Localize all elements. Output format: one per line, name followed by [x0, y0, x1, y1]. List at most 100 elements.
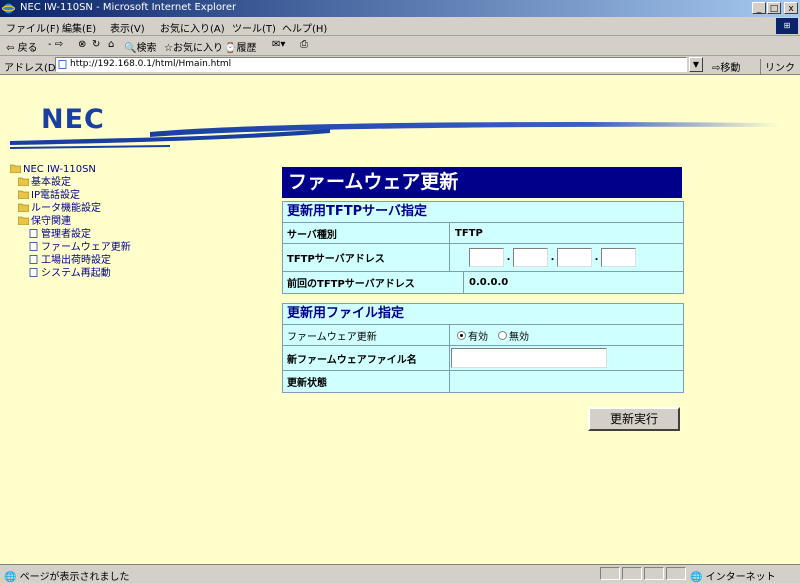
folder-open-icon [10, 164, 21, 173]
ip-octet-3-input[interactable] [557, 248, 592, 267]
tree-label: 管理者設定 [41, 229, 91, 240]
maximize-button[interactable]: □ [767, 2, 781, 14]
address-bar: アドレス(D) http://192.168.0.1/html/Hmain.ht… [0, 56, 800, 75]
firmware-update-row: ファームウェア更新 有効 無効 [283, 325, 683, 346]
firmware-update-options: 有効 無効 [457, 325, 539, 345]
tree-label: ファームウェア更新 [41, 242, 131, 253]
back-button[interactable]: ⇦ 戻る [6, 39, 38, 54]
address-url: http://192.168.0.1/html/Hmain.html [70, 59, 232, 69]
firmware-filename-wrap [451, 346, 607, 370]
execute-update-button[interactable]: 更新実行 [588, 407, 680, 431]
folder-icon [18, 177, 29, 186]
tree-item-factory-reset[interactable]: 工場出荷時設定 [28, 254, 111, 267]
page-content: NEC NEC IW-110SN 基本設定 IP電話設定 ルータ機能設定 保守関… [0, 75, 800, 564]
tree-item-reboot[interactable]: システム再起動 [28, 267, 111, 280]
back-label: 戻る [17, 43, 38, 54]
disabled-label: 無効 [509, 331, 529, 343]
menu-view[interactable]: 表示(V) [110, 20, 145, 35]
status-cell [666, 567, 686, 580]
server-type-value: TFTP [455, 227, 483, 239]
favorites-button[interactable]: ☆お気に入り [164, 39, 223, 54]
history-label: 履歴 [236, 43, 257, 54]
history-button[interactable]: ⌚履歴 [224, 39, 256, 54]
update-status-row: 更新状態 [283, 371, 683, 392]
menu-bar: ファイル(F) 編集(E) 表示(V) お気に入り(A) ツール(T) ヘルプ(… [0, 17, 800, 36]
address-dropdown-icon[interactable]: ▼ [689, 57, 703, 72]
page-icon [29, 268, 38, 277]
go-button[interactable]: ⇨移動 [712, 59, 740, 74]
tree-label: システム再起動 [41, 268, 111, 279]
internet-explorer-icon [2, 3, 15, 14]
ip-octet-4-input[interactable] [601, 248, 636, 267]
tree-root[interactable]: NEC IW-110SN [10, 163, 96, 176]
address-input[interactable]: http://192.168.0.1/html/Hmain.html [55, 57, 687, 72]
ip-octet-2-input[interactable] [513, 248, 548, 267]
status-cell [600, 567, 620, 580]
ip-octet-1-input[interactable] [469, 248, 504, 267]
tftp-address-inputs: . . . [469, 244, 636, 271]
disabled-radio[interactable] [498, 330, 507, 340]
links-button[interactable]: リンク [760, 59, 795, 74]
firmware-filename-input[interactable] [451, 348, 607, 368]
previous-address-value: 0.0.0.0 [469, 277, 509, 288]
folder-icon [18, 190, 29, 199]
file-section: 更新用ファイル指定 ファームウェア更新 有効 無効 新ファームウェアファイル名 … [282, 303, 684, 393]
previous-address-row: 前回のTFTPサーバアドレス 0.0.0.0 [283, 272, 683, 293]
tree-label: 保守関連 [31, 216, 71, 227]
tree-item-ip-phone[interactable]: IP電話設定 [18, 189, 80, 202]
firmware-filename-row: 新ファームウェアファイル名 [283, 346, 683, 371]
windows-logo-icon: ⊞ [776, 18, 798, 34]
menu-help[interactable]: ヘルプ(H) [282, 20, 327, 35]
zone-label: インターネット [705, 572, 776, 583]
status-cell [622, 567, 642, 580]
tree-item-basic[interactable]: 基本設定 [18, 176, 71, 189]
page-icon [29, 229, 38, 238]
update-status-label: 更新状態 [287, 378, 327, 389]
forward-button[interactable]: - ⇨ [48, 39, 63, 50]
folder-open-icon [18, 216, 29, 225]
address-label: アドレス(D) [4, 63, 60, 74]
refresh-icon[interactable]: ↻ [92, 39, 100, 50]
server-type-row: サーバ種別 TFTP [283, 223, 683, 244]
file-section-heading: 更新用ファイル指定 [283, 304, 683, 325]
window-title-bar[interactable]: NEC IW-110SN - Microsoft Internet Explor… [0, 0, 800, 17]
search-label: 検索 [136, 43, 157, 54]
close-button[interactable]: x [784, 2, 798, 14]
menu-edit[interactable]: 編集(E) [62, 20, 96, 35]
status-cell [644, 567, 664, 580]
page-icon [58, 60, 67, 69]
window-title: NEC IW-110SN - Microsoft Internet Explor… [20, 2, 237, 13]
page-title: ファームウェア更新 [282, 167, 682, 198]
menu-favorites[interactable]: お気に入り(A) [160, 20, 225, 35]
page-icon [29, 242, 38, 251]
tftp-section: 更新用TFTPサーバ指定 サーバ種別 TFTP TFTPサーバアドレス . . … [282, 201, 684, 294]
home-icon[interactable]: ⌂ [108, 39, 114, 50]
previous-address-label: 前回のTFTPサーバアドレス [287, 279, 415, 290]
go-label: 移動 [720, 63, 741, 74]
globe-icon: 🌐 [690, 572, 703, 583]
enabled-radio[interactable] [457, 330, 466, 340]
stop-icon[interactable]: ⊗ [78, 39, 86, 50]
tree-item-firmware[interactable]: ファームウェア更新 [28, 241, 131, 254]
firmware-filename-label: 新ファームウェアファイル名 [287, 354, 417, 366]
folder-icon [18, 203, 29, 212]
page-icon [29, 255, 38, 264]
favorites-label: お気に入り [172, 43, 223, 54]
status-text: ページが表示されました [19, 572, 130, 583]
server-type-label: サーバ種別 [287, 229, 337, 241]
tree-label: 基本設定 [31, 177, 71, 188]
tftp-section-heading: 更新用TFTPサーバ指定 [283, 202, 683, 223]
print-icon[interactable]: ⎙ [300, 39, 308, 50]
toolbar: ⇦ 戻る - ⇨ ⊗ ↻ ⌂ 🔍検索 ☆お気に入り ⌚履歴 ✉▾ ⎙ [0, 36, 800, 56]
mail-icon[interactable]: ✉▾ [272, 39, 285, 50]
tree-label: ルータ機能設定 [31, 203, 101, 214]
minimize-button[interactable]: _ [752, 2, 766, 14]
menu-tools[interactable]: ツール(T) [232, 20, 276, 35]
header-swoosh [10, 122, 780, 149]
menu-file[interactable]: ファイル(F) [6, 20, 60, 35]
tree-item-router[interactable]: ルータ機能設定 [18, 202, 101, 215]
tree-item-admin[interactable]: 管理者設定 [28, 228, 91, 241]
tree-item-maintenance[interactable]: 保守関連 [18, 215, 71, 228]
search-button[interactable]: 🔍検索 [124, 39, 156, 54]
tftp-address-label: TFTPサーバアドレス [287, 254, 385, 265]
